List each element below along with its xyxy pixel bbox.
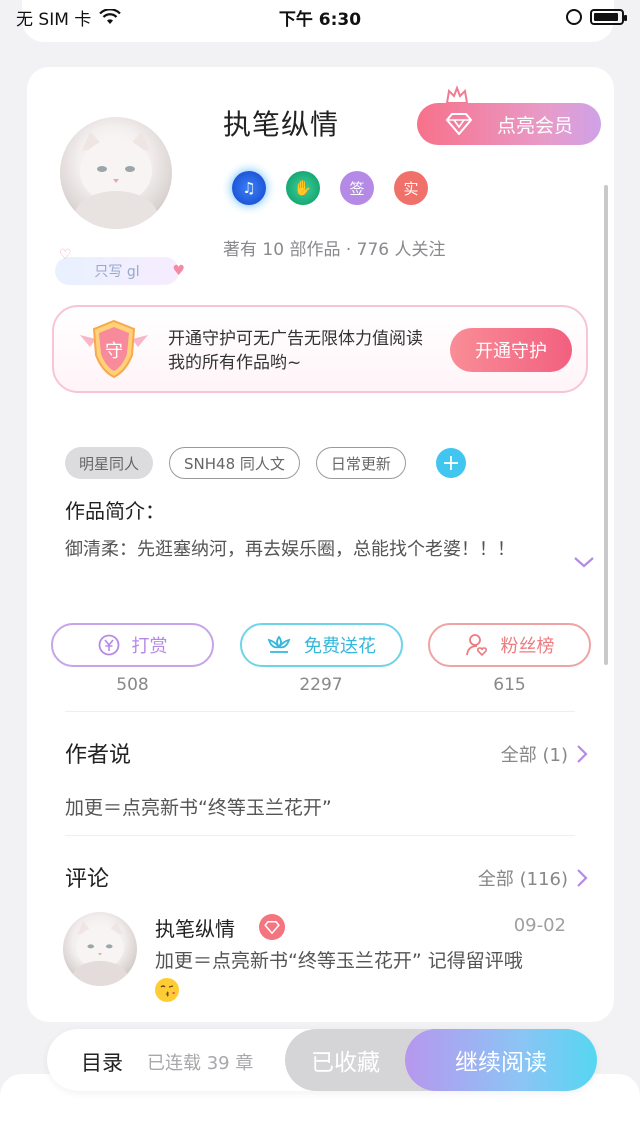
tag-chip[interactable]: 明星同人 (65, 447, 154, 479)
table-of-contents-button[interactable]: 目录 (81, 1047, 123, 1077)
vip-button-label: 点亮会员 (496, 114, 573, 137)
heart-icon: ♡ (59, 247, 72, 263)
author-card: ♡ 只写 gl ♥ 执笔纵情 点亮会员 ♫ ✋ 签 实 著有 10 部作品 · … (27, 67, 614, 1022)
tag-chip[interactable]: 日常更新 (315, 447, 406, 479)
author-avatar[interactable] (60, 117, 172, 229)
verified-badge[interactable]: 实 (394, 171, 428, 205)
kiss-emoji-icon (155, 977, 179, 1002)
send-flower-label: 免费送花 (304, 636, 376, 657)
intro-body: 御清柔：先逛塞纳河，再去娱乐圈，总能找个老婆！！！ (65, 539, 515, 560)
author-says-title: 作者说 (65, 743, 132, 768)
vip-button[interactable]: 点亮会员 (417, 103, 601, 145)
fans-rank-button[interactable]: 粉丝榜 (428, 623, 591, 667)
author-stats: 著有 10 部作品 · 776 人关注 (223, 240, 446, 260)
commenter-avatar[interactable] (63, 912, 137, 986)
continue-reading-button[interactable]: 继续阅读 (405, 1029, 597, 1091)
send-flower-button[interactable]: 免费送花 (239, 623, 403, 667)
signature-tag: ♡ 只写 gl ♥ (55, 247, 185, 285)
svg-text:守: 守 (105, 341, 123, 362)
fans-count: 615 (493, 675, 526, 695)
chevron-right-icon (577, 869, 588, 887)
tag-chip[interactable]: SNH48 同人文 (169, 447, 300, 479)
reward-label: 打赏 (131, 636, 168, 657)
author-says-more-label: 全部 (1) (500, 745, 568, 766)
badge-row: ♫ ✋ 签 实 (232, 171, 428, 205)
carrier-label: 无 SIM 卡 (16, 9, 92, 30)
author-says-more[interactable]: 全部 (1) (501, 741, 588, 767)
yuan-coin-icon (98, 634, 119, 656)
signed-badge[interactable]: 签 (340, 171, 374, 205)
bottom-bar: 目录 已连载 39 章 已收藏 继续阅读 (47, 1029, 597, 1091)
chevron-right-icon (577, 745, 588, 763)
rotation-lock-icon (566, 9, 582, 25)
signature-text: 只写 gl (94, 264, 140, 280)
author-says-text: 加更＝点亮新书“终等玉兰花开” (65, 797, 332, 819)
tag-row: 明星同人 SNH48 同人文 日常更新 + (65, 447, 466, 479)
reward-action: 打赏 508 (51, 623, 214, 695)
vip-diamond-badge-icon (259, 914, 285, 940)
diamond-icon (445, 113, 473, 135)
comments-title: 评论 (65, 867, 110, 892)
divider (65, 835, 575, 836)
cat-avatar-image (74, 131, 158, 229)
guard-banner[interactable]: 守 开通守护可无广告无限体力值阅读我的所有作品哟~ 开通守护 (52, 305, 588, 393)
intro-title: 作品简介： (65, 499, 165, 523)
crown-icon (445, 85, 469, 104)
reward-count: 508 (116, 675, 149, 695)
user-heart-icon (465, 634, 487, 657)
guard-text: 开通守护可无广告无限体力值阅读我的所有作品哟~ (168, 329, 423, 373)
status-bar: 无 SIM 卡 下午 6:30 (0, 0, 640, 34)
cat-avatar-image (72, 921, 128, 986)
serial-chapter-count: 已连载 39 章 (147, 1053, 254, 1074)
wifi-icon (99, 9, 122, 24)
flower-action: 免费送花 2297 (239, 623, 403, 695)
comments-more-label: 全部 (116) (477, 869, 568, 890)
comment-body: 加更＝点亮新书“终等玉兰花开” 记得留评哦 (155, 950, 523, 972)
commenter-name[interactable]: 执笔纵情 (155, 913, 235, 942)
scrollbar[interactable] (604, 185, 608, 665)
handshake-badge-icon[interactable]: ✋ (286, 171, 320, 205)
open-guard-button[interactable]: 开通守护 (450, 328, 572, 372)
comment-text[interactable]: 加更＝点亮新书“终等玉兰花开” 记得留评哦 (155, 947, 575, 1003)
fans-action: 粉丝榜 615 (428, 623, 591, 695)
comment-date: 09-02 (513, 915, 566, 936)
music-badge-icon[interactable]: ♫ (232, 171, 266, 205)
heart-icon: ♥ (172, 263, 185, 279)
divider (65, 711, 575, 712)
add-tag-button[interactable]: + (435, 448, 466, 478)
guard-shield-icon: 守 (80, 319, 148, 379)
battery-icon (590, 9, 627, 25)
comments-more[interactable]: 全部 (116) (478, 865, 588, 891)
action-row: 打赏 508 免费送花 2297 粉丝榜 615 (51, 623, 591, 695)
status-right (566, 9, 627, 25)
chevron-down-icon[interactable] (573, 555, 595, 569)
fans-rank-label: 粉丝榜 (500, 636, 555, 657)
flower-icon (267, 635, 291, 653)
flower-count: 2297 (299, 675, 343, 695)
author-name: 执笔纵情 (223, 108, 340, 141)
reward-button[interactable]: 打赏 (51, 623, 214, 667)
status-left: 无 SIM 卡 (16, 5, 122, 30)
